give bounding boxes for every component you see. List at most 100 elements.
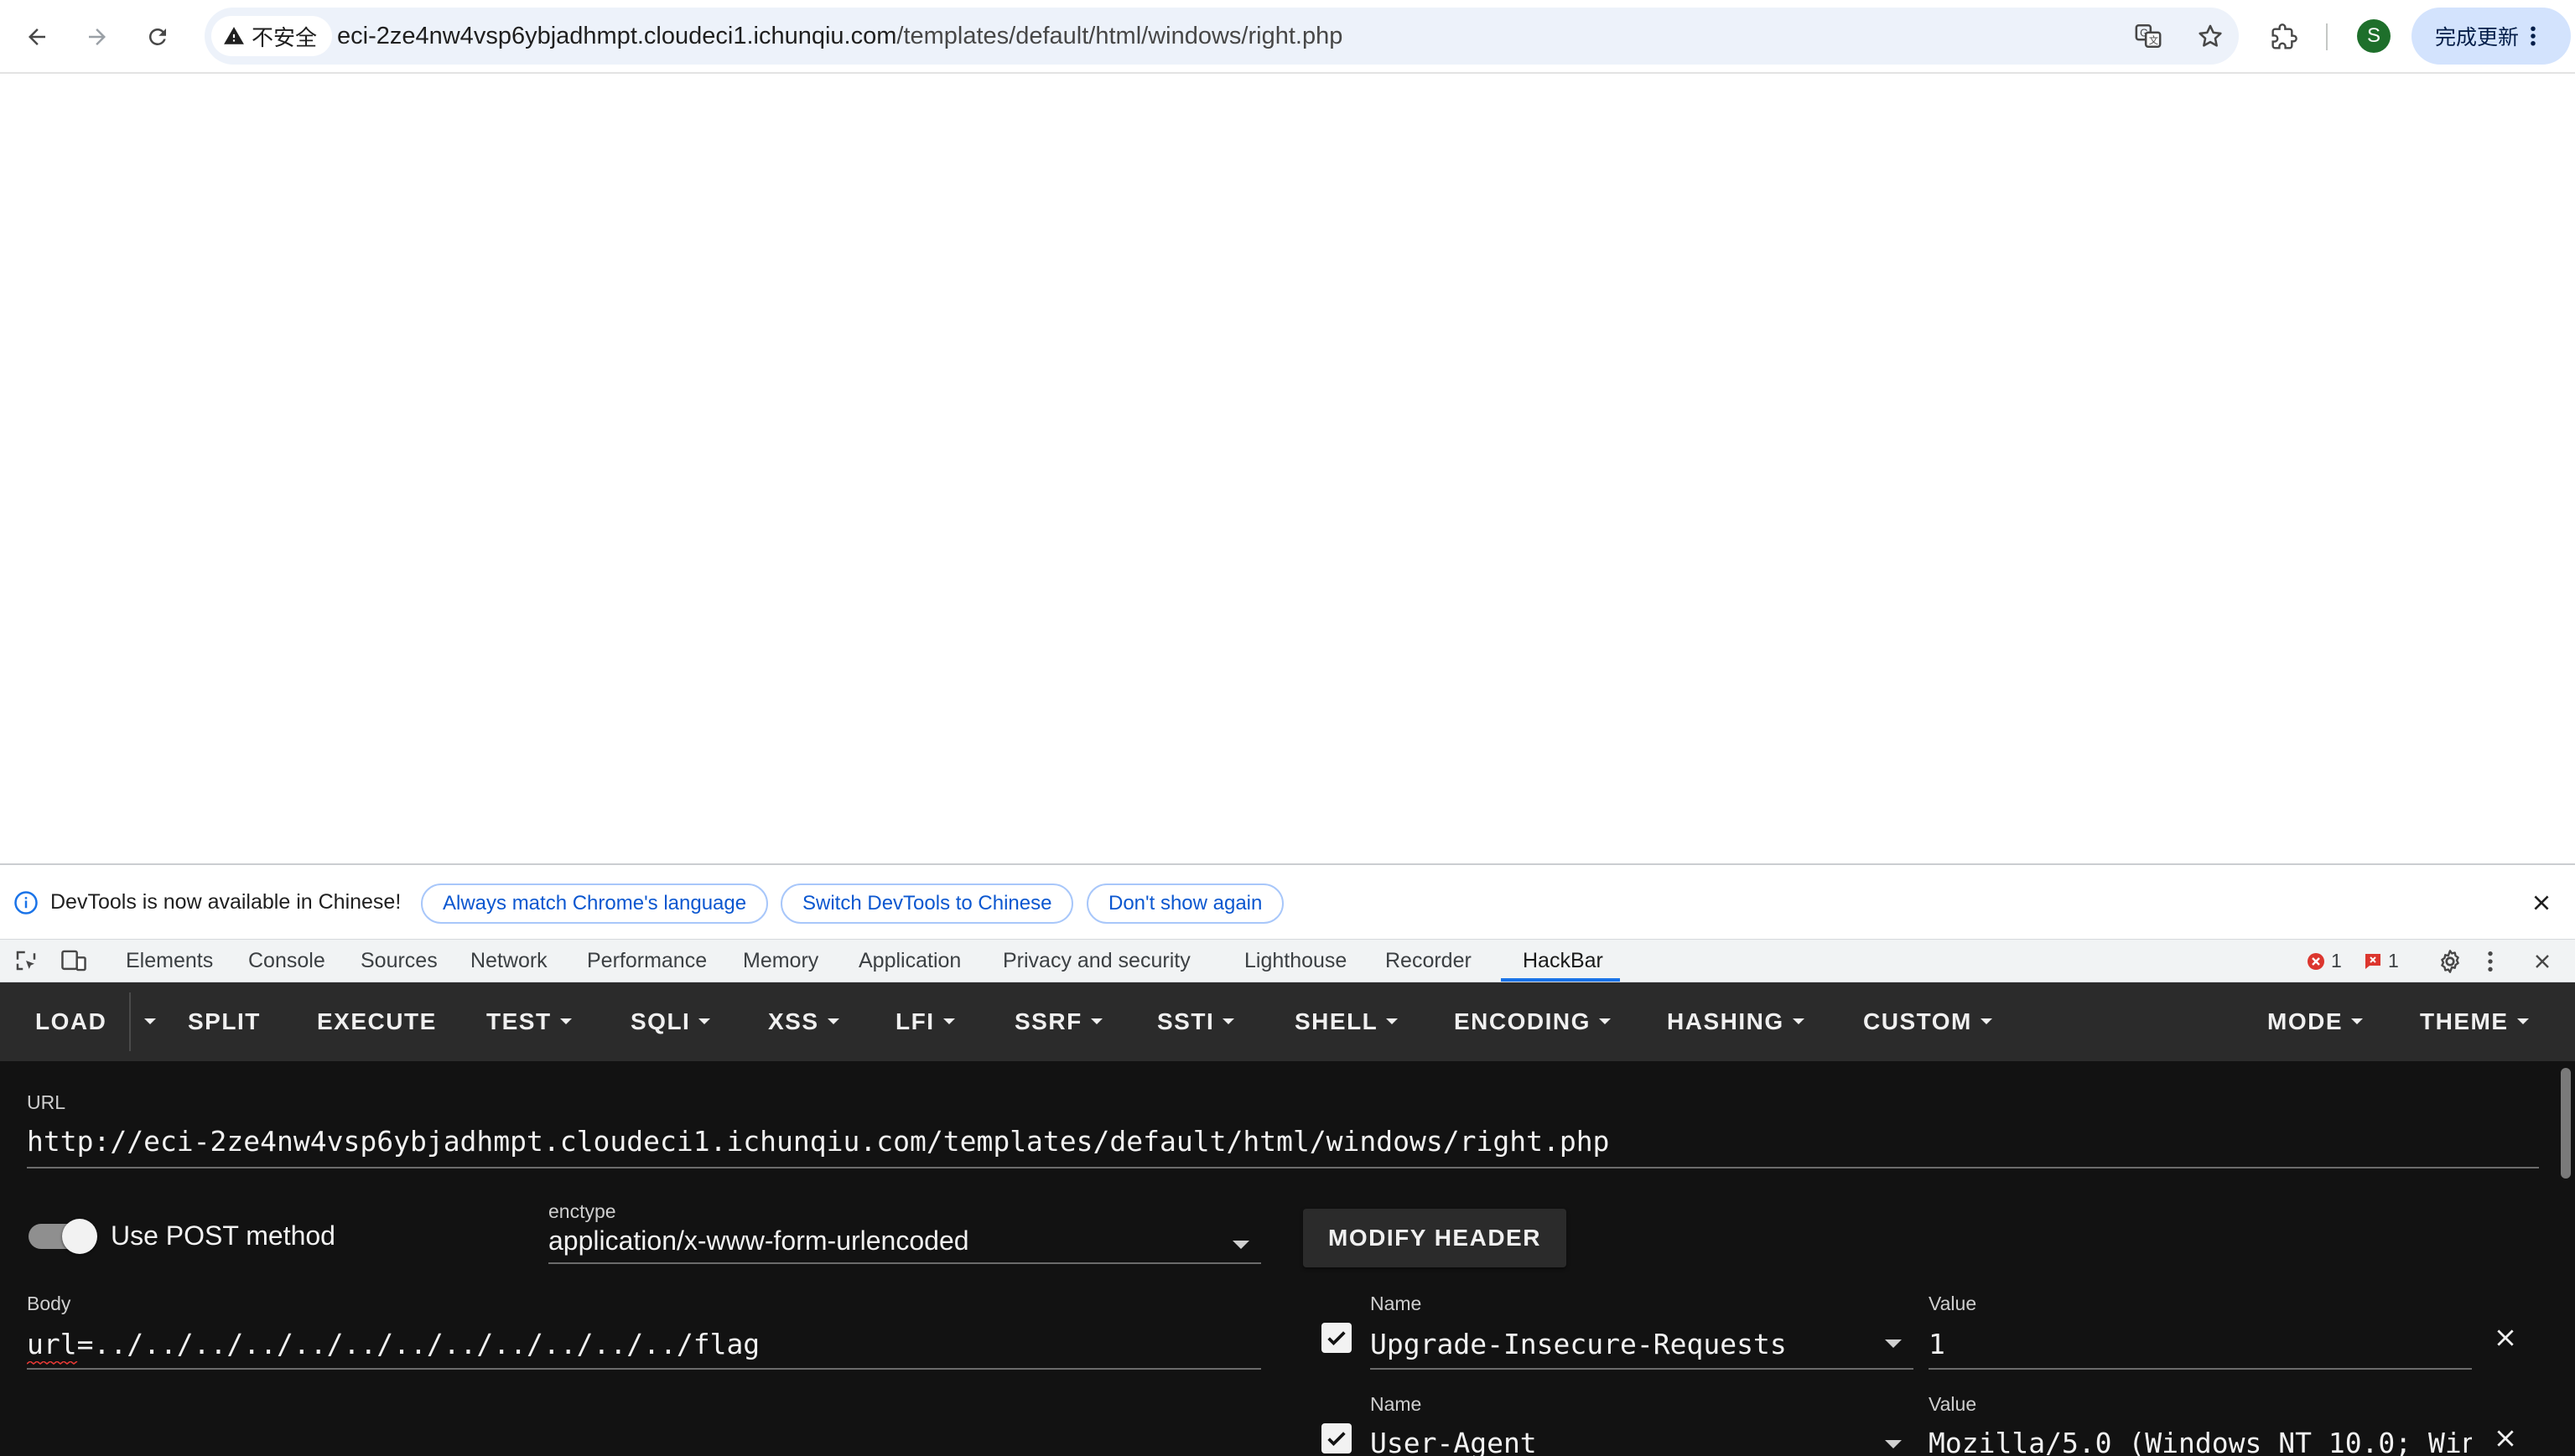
sqli-menu[interactable]: SQLI (631, 982, 711, 1061)
security-label: 不安全 (252, 24, 318, 50)
puzzle-icon (2271, 23, 2297, 49)
ssrf-menu-label: SSRF (1015, 1008, 1082, 1034)
shell-menu-label: SHELL (1295, 1008, 1378, 1034)
close-devtools-icon[interactable] (2532, 951, 2552, 972)
custom-menu-label: CUSTOM (1863, 1008, 1972, 1034)
split-button[interactable]: SPLIT (188, 982, 261, 1061)
address-text[interactable]: eci-2ze4nw4vsp6ybjadhmpt.cloudeci1.ichun… (337, 8, 1342, 65)
issue-count[interactable]: 1 (2388, 940, 2399, 982)
remove-header-button[interactable] (2490, 1423, 2520, 1453)
tab-network[interactable]: Network (470, 940, 548, 982)
reload-button[interactable] (138, 17, 178, 57)
lfi-menu[interactable]: LFI (896, 982, 955, 1061)
profile-avatar[interactable]: S (2357, 19, 2391, 53)
active-tab-indicator (1501, 978, 1620, 982)
url-input-underline (27, 1167, 2539, 1168)
remove-header-button[interactable] (2490, 1323, 2520, 1353)
header-name-dropdown-icon[interactable] (1885, 1339, 1902, 1348)
tab-hackbar[interactable]: HackBar (1523, 940, 1603, 982)
header-name-input[interactable]: User-Agent (1370, 1427, 1873, 1456)
check-icon (1327, 1331, 1346, 1346)
post-method-toggle[interactable] (29, 1219, 97, 1254)
caret-down-icon (827, 1018, 839, 1025)
header-value-input[interactable]: Mozilla/5.0 (Windows NT 10.0; Win64; x64… (1929, 1427, 2472, 1456)
encoding-menu[interactable]: ENCODING (1454, 982, 1611, 1061)
caret-down-icon (1792, 1018, 1804, 1025)
caret-down-icon (1090, 1018, 1103, 1025)
hashing-menu-label: HASHING (1667, 1008, 1784, 1034)
tab-sources[interactable]: Sources (361, 940, 438, 982)
theme-menu[interactable]: THEME (2420, 982, 2529, 1061)
header-name-input[interactable]: Upgrade-Insecure-Requests (1370, 1328, 1873, 1360)
body-input-underline (27, 1368, 1261, 1370)
translate-button[interactable]: G文 (2131, 19, 2165, 53)
tab-application[interactable]: Application (859, 940, 961, 982)
switch-to-chinese-button[interactable]: Switch DevTools to Chinese (781, 883, 1074, 924)
execute-button[interactable]: EXECUTE (317, 982, 437, 1061)
tab-recorder[interactable]: Recorder (1385, 940, 1472, 982)
tab-console[interactable]: Console (248, 940, 325, 982)
devtools-tab-strip: Elements Console Sources Network Perform… (0, 939, 2575, 982)
back-button[interactable] (17, 17, 57, 57)
inspect-element-icon[interactable] (13, 948, 39, 973)
tab-elements[interactable]: Elements (126, 940, 213, 982)
shell-menu[interactable]: SHELL (1295, 982, 1399, 1061)
hackbar-menu: LOAD SPLIT EXECUTE TEST SQLI XSS LFI SSR… (0, 982, 2575, 1061)
tab-performance[interactable]: Performance (587, 940, 707, 982)
extensions-button[interactable] (2264, 17, 2304, 57)
address-bar[interactable]: 不安全 eci-2ze4nw4vsp6ybjadhmpt.cloudeci1.i… (205, 8, 2239, 65)
more-vert-icon (2531, 26, 2536, 46)
error-icon[interactable] (2306, 951, 2326, 972)
arrow-right-icon (89, 28, 106, 45)
url-field-label: URL (27, 1091, 66, 1113)
security-chip[interactable]: 不安全 (211, 16, 333, 56)
dont-show-again-button[interactable]: Don't show again (1087, 883, 1285, 924)
caret-down-icon (1386, 1018, 1399, 1025)
device-toolbar-icon[interactable] (60, 948, 87, 973)
header-value-label: Value (1929, 1293, 1977, 1314)
test-menu-label: TEST (486, 1008, 552, 1034)
enctype-select[interactable]: application/x-www-form-urlencoded (548, 1225, 1261, 1264)
ssrf-menu[interactable]: SSRF (1015, 982, 1103, 1061)
url-host: eci-2ze4nw4vsp6ybjadhmpt.cloudeci1.ichun… (337, 23, 897, 49)
forward-button[interactable] (77, 17, 117, 57)
issue-flag-icon[interactable] (2363, 951, 2383, 972)
tab-lighthouse[interactable]: Lighthouse (1244, 940, 1347, 982)
modify-header-button[interactable]: MODIFY HEADER (1303, 1209, 1566, 1267)
update-button[interactable]: 完成更新 (2411, 8, 2571, 65)
close-icon (2497, 1430, 2514, 1447)
caret-down-icon (2516, 1018, 2529, 1025)
lfi-menu-label: LFI (896, 1008, 935, 1034)
xss-menu-label: XSS (768, 1008, 819, 1034)
page-content (0, 75, 2575, 863)
error-count[interactable]: 1 (2331, 940, 2342, 982)
url-input[interactable]: http://eci-2ze4nw4vsp6ybjadhmpt.cloudeci… (27, 1125, 2542, 1158)
bookmark-star-button[interactable] (2193, 19, 2227, 53)
load-dropdown-button[interactable] (136, 982, 156, 1061)
load-button[interactable]: LOAD (35, 982, 106, 1061)
close-infobar-icon[interactable] (2531, 892, 2552, 914)
mode-menu-label: MODE (2267, 1008, 2343, 1034)
hashing-menu[interactable]: HASHING (1667, 982, 1804, 1061)
mode-menu[interactable]: MODE (2267, 982, 2363, 1061)
caret-down-icon (1223, 1018, 1235, 1025)
header-name-dropdown-icon[interactable] (1885, 1440, 1902, 1448)
test-menu[interactable]: TEST (486, 982, 572, 1061)
custom-menu[interactable]: CUSTOM (1863, 982, 1992, 1061)
always-match-language-button[interactable]: Always match Chrome's language (421, 883, 769, 924)
ssti-menu[interactable]: SSTI (1157, 982, 1235, 1061)
enctype-value: application/x-www-form-urlencoded (548, 1225, 969, 1256)
tab-memory[interactable]: Memory (743, 940, 818, 982)
tab-privacy-and-security[interactable]: Privacy and security (1003, 940, 1191, 982)
header-enabled-checkbox[interactable] (1321, 1323, 1352, 1353)
arrow-left-icon (29, 28, 45, 45)
header-enabled-checkbox[interactable] (1321, 1423, 1352, 1453)
header-value-input[interactable]: 1 (1929, 1328, 2472, 1360)
devtools-more-icon[interactable] (2485, 948, 2495, 975)
panel-scrollbar[interactable] (2561, 1068, 2571, 1179)
encoding-menu-label: ENCODING (1454, 1008, 1591, 1034)
settings-gear-icon[interactable] (2437, 948, 2463, 975)
xss-menu[interactable]: XSS (768, 982, 839, 1061)
body-input[interactable]: url=../../../../../../../../../../../../… (27, 1328, 1259, 1360)
update-button-label: 完成更新 (2435, 26, 2520, 49)
